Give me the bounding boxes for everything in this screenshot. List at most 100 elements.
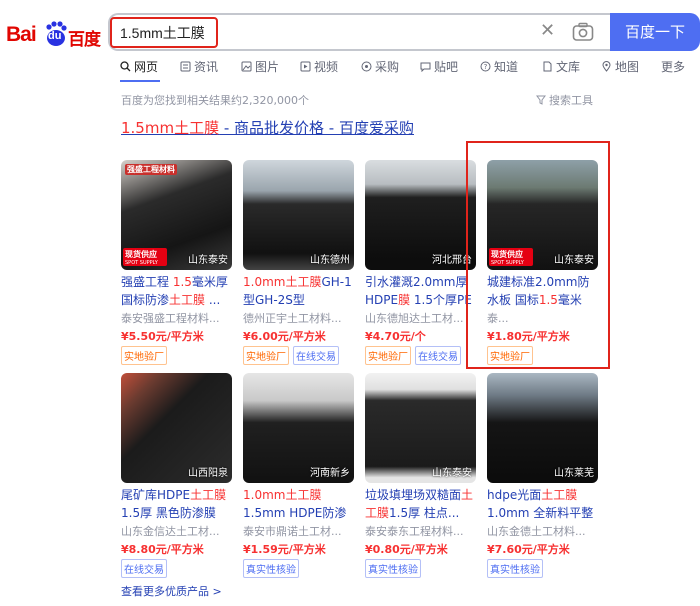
product-image[interactable]: 河南新乡 <box>243 373 354 483</box>
title-keyword: 土工膜 <box>541 488 578 502</box>
product-title-link[interactable]: 强盛工程 1.5毫米厚国标防渗土工膜 ... <box>121 273 233 309</box>
logo-text-cn: 百度 <box>68 30 101 50</box>
title-keyword: 1.0mm <box>243 275 286 289</box>
tab-label: 知道 <box>494 60 519 74</box>
close-icon[interactable]: ✕ <box>540 20 555 41</box>
title-text: 1.0mm 全新料平整面H... <box>487 506 594 520</box>
shop-name[interactable]: 泰安强盛工程材料... <box>121 310 233 326</box>
camera-icon[interactable] <box>572 22 594 42</box>
tab-zhidao[interactable]: ? 知道 <box>480 58 518 75</box>
product-tag[interactable]: 实地验厂 <box>243 346 289 365</box>
product-image[interactable]: 强盛工程材料 现货供应 SPOT SUPPLY 山东泰安 <box>121 160 232 270</box>
baidu-logo[interactable]: Bai du 百度 <box>6 21 101 50</box>
location-label: 山西阳泉 <box>188 468 228 479</box>
product-price: ¥7.60元/平方米 <box>487 543 570 556</box>
tab-purchase[interactable]: 采购 <box>361 58 399 75</box>
product-image[interactable]: 山东泰安 <box>365 373 476 483</box>
product-title-link[interactable]: 尾矿库HDPE土工膜 1.5厚 黑色防渗膜2... <box>121 486 233 522</box>
tab-web[interactable]: 网页 <box>120 58 158 75</box>
doc-icon <box>543 61 552 72</box>
tab-label: 文库 <box>556 60 581 74</box>
tieba-icon <box>420 62 431 72</box>
title-keyword: 土工膜 <box>169 293 206 307</box>
tab-label: 贴吧 <box>434 60 459 74</box>
product-tags: 真实性核验 <box>365 559 421 578</box>
product-tags: 真实性核验 <box>487 559 543 578</box>
product-title-link[interactable]: hdpe光面土工膜 1.0mm 全新料平整面H... <box>487 486 599 522</box>
search-button[interactable]: 百度一下 <box>610 13 700 51</box>
tab-wenku[interactable]: 文库 <box>542 58 580 75</box>
product-tag[interactable]: 真实性核验 <box>243 559 299 578</box>
brand-watermark: 强盛工程材料 <box>125 164 177 175</box>
product-tag[interactable]: 在线交易 <box>121 559 167 578</box>
shop-name[interactable]: 泰安市鼎诺土工材... <box>243 523 355 539</box>
tab-images[interactable]: 图片 <box>241 58 279 75</box>
product-title-link[interactable]: 引水灌溉2.0mm厚HDPE膜 1.5个厚PE防... <box>365 273 477 309</box>
product-title-link[interactable]: 1.0mm土工膜 1.5mm HDPE防渗膜 鼎诺 ... <box>243 486 355 522</box>
tab-label: 更多 <box>661 60 686 74</box>
active-tab-indicator <box>120 80 160 82</box>
tab-label: 网页 <box>134 60 159 74</box>
product-tag[interactable]: 实地验厂 <box>365 346 411 365</box>
tab-map[interactable]: 地图 <box>601 58 639 75</box>
product-price: ¥1.59元/平方米 <box>243 543 326 556</box>
product-tags: 在线交易 <box>121 559 167 578</box>
shop-name[interactable]: 山东金德土工材料... <box>487 523 599 539</box>
product-tags: 实地验厂 <box>121 346 167 365</box>
badge-sublabel: SPOT SUPPLY <box>125 260 158 266</box>
tab-video[interactable]: 视频 <box>300 58 338 75</box>
location-label: 山东莱芜 <box>554 468 594 479</box>
image-icon <box>241 61 252 72</box>
spot-supply-badge: 现货供应 SPOT SUPPLY <box>123 248 167 266</box>
title-text: 1.5厚 黑色防渗膜2... <box>121 506 216 520</box>
product-tag[interactable]: 真实性核验 <box>487 559 543 578</box>
annotation-box-product <box>466 141 610 369</box>
video-icon <box>300 61 311 72</box>
product-tag[interactable]: 在线交易 <box>415 346 461 365</box>
product-image[interactable]: 河北邢台 <box>365 160 476 270</box>
product-price: ¥6.00元/平方米 <box>243 330 326 343</box>
news-icon <box>180 61 191 72</box>
product-tag[interactable]: 实地验厂 <box>121 346 167 365</box>
shop-name[interactable]: 泰安泰东工程材料... <box>365 523 477 539</box>
product-tag[interactable]: 真实性核验 <box>365 559 421 578</box>
product-price: ¥5.50元/平方米 <box>121 330 204 343</box>
badge-label: 现货供应 <box>125 250 157 259</box>
location-label: 山东德州 <box>310 255 350 266</box>
more-products-link[interactable]: 查看更多优质产品 > <box>121 583 222 599</box>
annotation-box-search <box>110 17 218 48</box>
product-image[interactable]: 山东莱芜 <box>487 373 598 483</box>
tab-label: 视频 <box>314 60 339 74</box>
tab-news[interactable]: 资讯 <box>180 58 218 75</box>
question-icon: ? <box>480 61 491 72</box>
result-title-link[interactable]: 1.5mm土工膜 - 商品批发价格 - 百度爱采购 <box>121 117 414 138</box>
tab-tieba[interactable]: 贴吧 <box>420 58 458 75</box>
search-tools-button[interactable]: 搜索工具 <box>536 92 593 108</box>
search-tools-label: 搜索工具 <box>549 94 593 107</box>
shop-name[interactable]: 山东德旭达土工材... <box>365 310 477 326</box>
map-icon <box>602 61 611 72</box>
title-keyword: 1.0mm <box>243 488 286 502</box>
product-tag[interactable]: 在线交易 <box>293 346 339 365</box>
tab-more[interactable]: 更多 <box>661 58 685 75</box>
title-keyword: 膜 <box>398 293 411 307</box>
location-label: 山东泰安 <box>188 255 228 266</box>
title-text: 尾矿库HDPE <box>121 488 191 502</box>
shop-name[interactable]: 德州正宇土工材料... <box>243 310 355 326</box>
product-image[interactable]: 山西阳泉 <box>121 373 232 483</box>
product-tags: 真实性核验 <box>243 559 299 578</box>
product-title-link[interactable]: 垃圾填埋场双糙面土工膜1.5厚 柱点... <box>365 486 477 522</box>
tab-label: 采购 <box>375 60 400 74</box>
product-price: ¥0.80元/平方米 <box>365 543 448 556</box>
tab-label: 资讯 <box>194 60 219 74</box>
result-title-keyword: 1.5mm土工膜 <box>121 119 220 137</box>
title-keyword: 土工膜 <box>285 488 322 502</box>
product-image[interactable]: 山东德州 <box>243 160 354 270</box>
title-text: 强盛工程 <box>121 275 173 289</box>
product-title-link[interactable]: 1.0mm土工膜GH-1型GH-2S型1.5HDPE... <box>243 273 355 309</box>
title-text: 垃圾填埋场双糙面 <box>365 488 462 502</box>
purchase-icon <box>361 61 372 72</box>
product-tags: 实地验厂 在线交易 <box>365 346 461 365</box>
svg-text:?: ? <box>484 63 488 71</box>
shop-name[interactable]: 山东金信达土工材... <box>121 523 233 539</box>
